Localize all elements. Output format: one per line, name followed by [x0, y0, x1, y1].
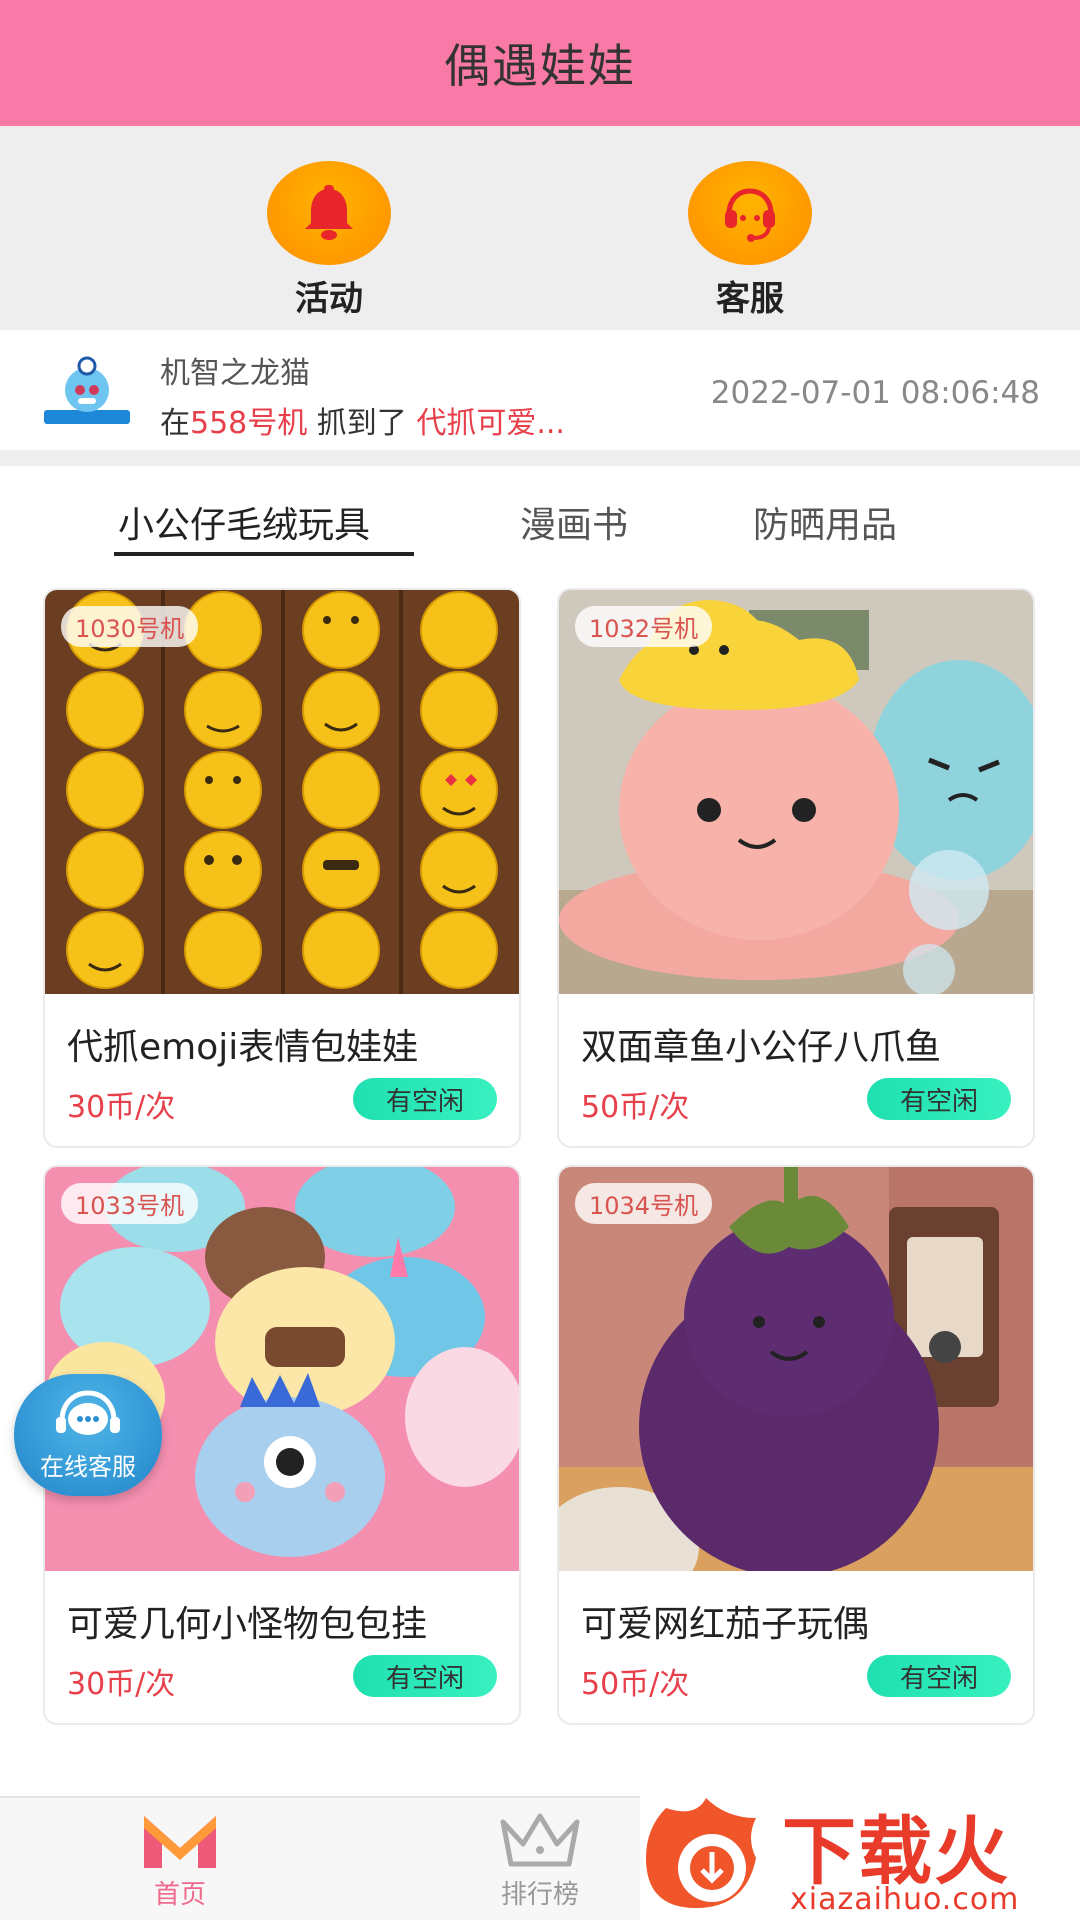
product-card[interactable]: 1030号机 代抓emoji表情包娃娃 30币/次 有空闲 [43, 588, 521, 1148]
product-name: 双面章鱼小公仔八爪鱼 [581, 1027, 942, 1068]
watermark-logo: 下载火 xiazaihuo.com [640, 1782, 1080, 1920]
product-price: 50币/次 [581, 1090, 690, 1125]
category-tabs: 小公仔毛绒玩具 漫画书 防晒用品 [0, 466, 1080, 562]
divider [0, 450, 1080, 466]
product-name: 可爱几何小怪物包包挂 [67, 1604, 428, 1645]
nav-home-label: 首页 [153, 1880, 206, 1910]
winner-ticker: 机智之龙猫 在558号机 抓到了 代抓可爱... 2022-07-01 08:0… [0, 330, 1080, 450]
product-image: 1032号机 [559, 590, 1033, 994]
bell-icon [267, 161, 391, 265]
ticker-middle: 抓到了 [307, 406, 417, 441]
ticker-prefix: 在 [160, 406, 190, 441]
activity-label: 活动 [295, 279, 363, 319]
product-price: 50币/次 [581, 1667, 690, 1702]
app-header: 偶遇娃娃 [0, 0, 1080, 126]
product-price: 30币/次 [67, 1667, 176, 1702]
chat-headset-icon [56, 1389, 120, 1435]
winner-time: 2022-07-01 08:06:48 [710, 375, 1040, 411]
tab-sunscreen[interactable]: 防晒用品 [753, 496, 897, 548]
product-image: 1034号机 [559, 1167, 1033, 1571]
product-price: 30币/次 [67, 1090, 176, 1125]
watermark-url: xiazaihuo.com [790, 1882, 1020, 1917]
ticker-prize: 代抓可爱... [416, 406, 565, 441]
machine-number-badge: 1030号机 [61, 606, 199, 647]
status-badge: 有空闲 [353, 1655, 497, 1697]
online-service-label: 在线客服 [40, 1452, 136, 1481]
machine-number-badge: 1032号机 [575, 606, 713, 647]
product-name: 代抓emoji表情包娃娃 [67, 1027, 419, 1068]
product-image: 1030号机 [45, 590, 519, 994]
activity-button[interactable]: 活动 [229, 161, 429, 320]
page-title: 偶遇娃娃 [444, 39, 636, 93]
product-image: 1033号机 [45, 1167, 519, 1571]
customer-service-button[interactable]: 客服 [650, 161, 850, 320]
machine-number-badge: 1033号机 [61, 1183, 199, 1224]
product-name: 可爱网红茄子玩偶 [581, 1604, 870, 1645]
ticker-machine: 558号机 [190, 406, 308, 441]
robot-avatar-icon [42, 352, 132, 428]
service-label: 客服 [716, 279, 784, 319]
nav-home[interactable]: 首页 [110, 1808, 250, 1911]
status-badge: 有空闲 [353, 1078, 497, 1120]
fire-logo-icon [646, 1798, 756, 1908]
home-logo-icon [144, 1816, 216, 1868]
quick-actions: 活动 客服 [0, 126, 1080, 330]
tab-plush-toys[interactable]: 小公仔毛绒玩具 [118, 496, 370, 548]
active-tab-indicator [114, 552, 414, 556]
crown-icon [500, 1813, 580, 1867]
online-service-button[interactable]: 在线客服 [14, 1374, 162, 1496]
product-card[interactable]: 1032号机 双面章鱼小公仔八爪鱼 50币/次 有空闲 [557, 588, 1035, 1148]
headset-icon [688, 161, 812, 265]
tab-comics[interactable]: 漫画书 [520, 496, 628, 548]
winner-username: 机智之龙猫 [160, 356, 310, 391]
machine-number-badge: 1034号机 [575, 1183, 713, 1224]
status-badge: 有空闲 [867, 1655, 1011, 1697]
nav-ranking-label: 排行榜 [500, 1880, 579, 1910]
product-card[interactable]: 1034号机 可爱网红茄子玩偶 50币/次 有空闲 [557, 1165, 1035, 1725]
nav-ranking[interactable]: 排行榜 [470, 1808, 610, 1911]
winner-message: 在558号机 抓到了 代抓可爱... [160, 398, 565, 442]
status-badge: 有空闲 [867, 1078, 1011, 1120]
